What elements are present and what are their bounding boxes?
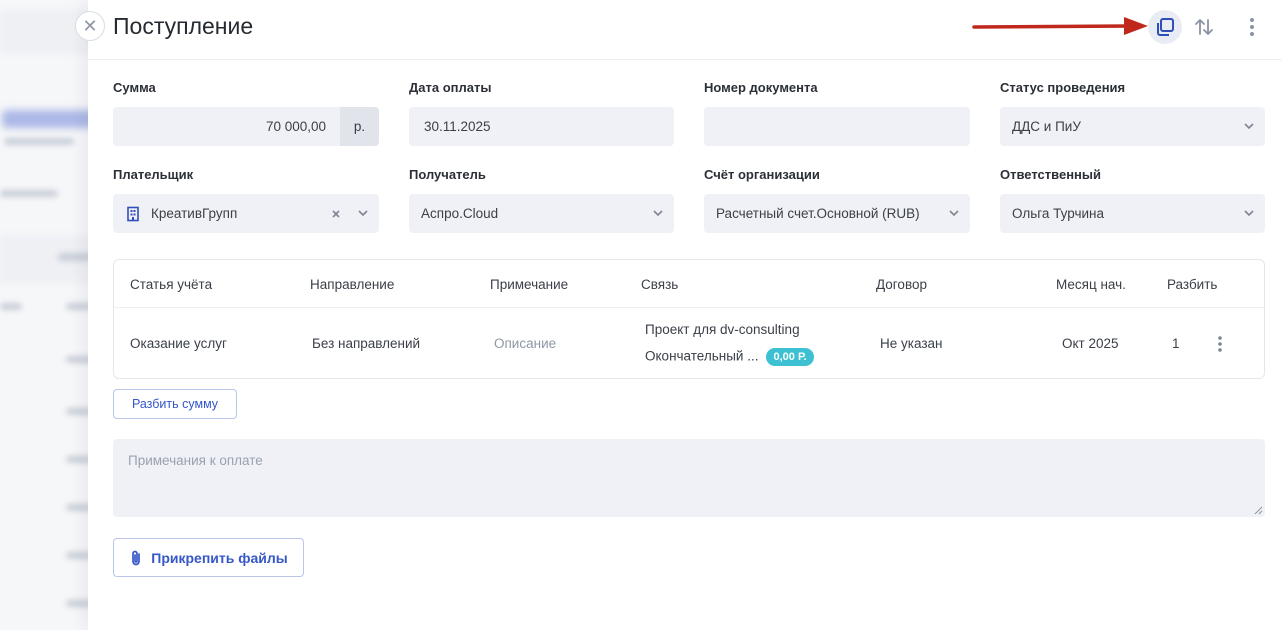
payment-panel: Поступление Сумма 70 000,00 р. Дата опла… <box>88 0 1282 630</box>
sort-button[interactable] <box>1187 10 1221 44</box>
col-header-article: Статья учёта <box>130 277 213 292</box>
chevron-down-icon <box>949 210 959 217</box>
annotation-arrow <box>972 17 1148 35</box>
pay-date-label: Дата оплаты <box>409 80 492 95</box>
cell-article: Оказание услуг <box>130 336 227 351</box>
pay-date-input[interactable]: 30.11.2025 <box>409 107 674 146</box>
responsible-field: Ответственный Ольга Турчина <box>1000 167 1265 233</box>
recipient-field: Получатель Аспро.Cloud <box>409 167 674 233</box>
attach-files-button[interactable]: Прикрепить файлы <box>113 538 304 577</box>
responsible-label: Ответственный <box>1000 167 1101 182</box>
doc-number-input[interactable] <box>704 107 970 146</box>
col-header-link: Связь <box>641 277 679 292</box>
amount-input[interactable]: 70 000,00 <box>113 107 340 146</box>
account-select[interactable]: Расчетный счет.Основной (RUB) <box>704 194 970 233</box>
payment-notes-textarea[interactable]: Примечания к оплате <box>113 439 1265 517</box>
close-button[interactable]: ✕ <box>75 11 105 41</box>
payer-label: Плательщик <box>113 167 194 182</box>
amount-badge: 0,00 Р. <box>766 348 814 366</box>
allocation-table: Статья учёта Направление Примечание Связ… <box>113 259 1265 379</box>
cell-split: 1 <box>1172 336 1180 351</box>
table-divider <box>114 307 1264 308</box>
copy-button[interactable] <box>1148 10 1182 44</box>
currency-select[interactable]: р. <box>340 107 379 146</box>
clear-icon[interactable] <box>331 209 341 219</box>
col-header-contract: Договор <box>876 277 927 292</box>
responsible-select[interactable]: Ольга Турчина <box>1000 194 1265 233</box>
account-field: Счёт организации Расчетный счет.Основной… <box>704 167 970 233</box>
col-header-split: Разбить <box>1167 277 1218 292</box>
more-menu-button[interactable] <box>1235 10 1269 44</box>
resize-handle-icon[interactable] <box>1253 505 1263 515</box>
payer-field: Плательщик КреативГрупп <box>113 167 379 233</box>
more-vertical-icon <box>1218 336 1222 352</box>
doc-number-label: Номер документа <box>704 80 818 95</box>
background-page <box>0 0 100 630</box>
panel-header: Поступление <box>88 0 1282 60</box>
cell-month: Окт 2025 <box>1062 336 1119 351</box>
recipient-label: Получатель <box>409 167 486 182</box>
payer-value: КреативГрупп <box>151 206 238 221</box>
recipient-value: Аспро.Cloud <box>421 206 499 221</box>
col-header-note: Примечание <box>490 277 569 292</box>
responsible-value: Ольга Турчина <box>1012 206 1104 221</box>
chevron-down-icon <box>1244 210 1254 217</box>
cell-link-deal[interactable]: Окончательный ... 0,00 Р. <box>645 348 814 366</box>
status-label: Статус проведения <box>1000 80 1126 95</box>
notes-placeholder: Примечания к оплате <box>128 453 263 468</box>
cell-direction: Без направлений <box>312 336 421 351</box>
sort-arrows-icon <box>1195 19 1213 35</box>
status-select[interactable]: ДДС и ПиУ <box>1000 107 1265 146</box>
split-sum-button[interactable]: Разбить сумму <box>113 389 237 419</box>
cell-link-project[interactable]: Проект для dv-consulting <box>645 322 800 337</box>
recipient-select[interactable]: Аспро.Cloud <box>409 194 674 233</box>
copy-icon <box>1157 18 1174 36</box>
chevron-down-icon <box>1244 123 1254 130</box>
building-icon <box>127 206 139 221</box>
account-label: Счёт организации <box>704 167 820 182</box>
status-field: Статус проведения ДДС и ПиУ <box>1000 80 1265 146</box>
col-header-direction: Направление <box>310 277 395 292</box>
cell-note[interactable]: Описание <box>494 336 556 351</box>
chevron-down-icon <box>653 210 663 217</box>
attach-files-label: Прикрепить файлы <box>151 549 288 566</box>
account-value: Расчетный счет.Основной (RUB) <box>716 206 920 221</box>
amount-field: Сумма 70 000,00 р. <box>113 80 379 146</box>
pay-date-field: Дата оплаты 30.11.2025 <box>409 80 674 146</box>
close-icon: ✕ <box>82 16 98 36</box>
chevron-down-icon <box>358 210 368 217</box>
payer-select[interactable]: КреативГрупп <box>113 194 379 233</box>
amount-label: Сумма <box>113 80 156 95</box>
status-value: ДДС и ПиУ <box>1012 119 1081 134</box>
page-title: Поступление <box>113 13 254 39</box>
more-vertical-icon <box>1250 18 1254 36</box>
col-header-month: Месяц нач. <box>1056 277 1126 292</box>
paperclip-icon <box>132 550 141 565</box>
cell-contract: Не указан <box>880 336 943 351</box>
row-more-button[interactable] <box>1210 334 1230 354</box>
doc-number-field: Номер документа <box>704 80 970 146</box>
cell-link-deal-text: Окончательный ... <box>645 348 759 364</box>
